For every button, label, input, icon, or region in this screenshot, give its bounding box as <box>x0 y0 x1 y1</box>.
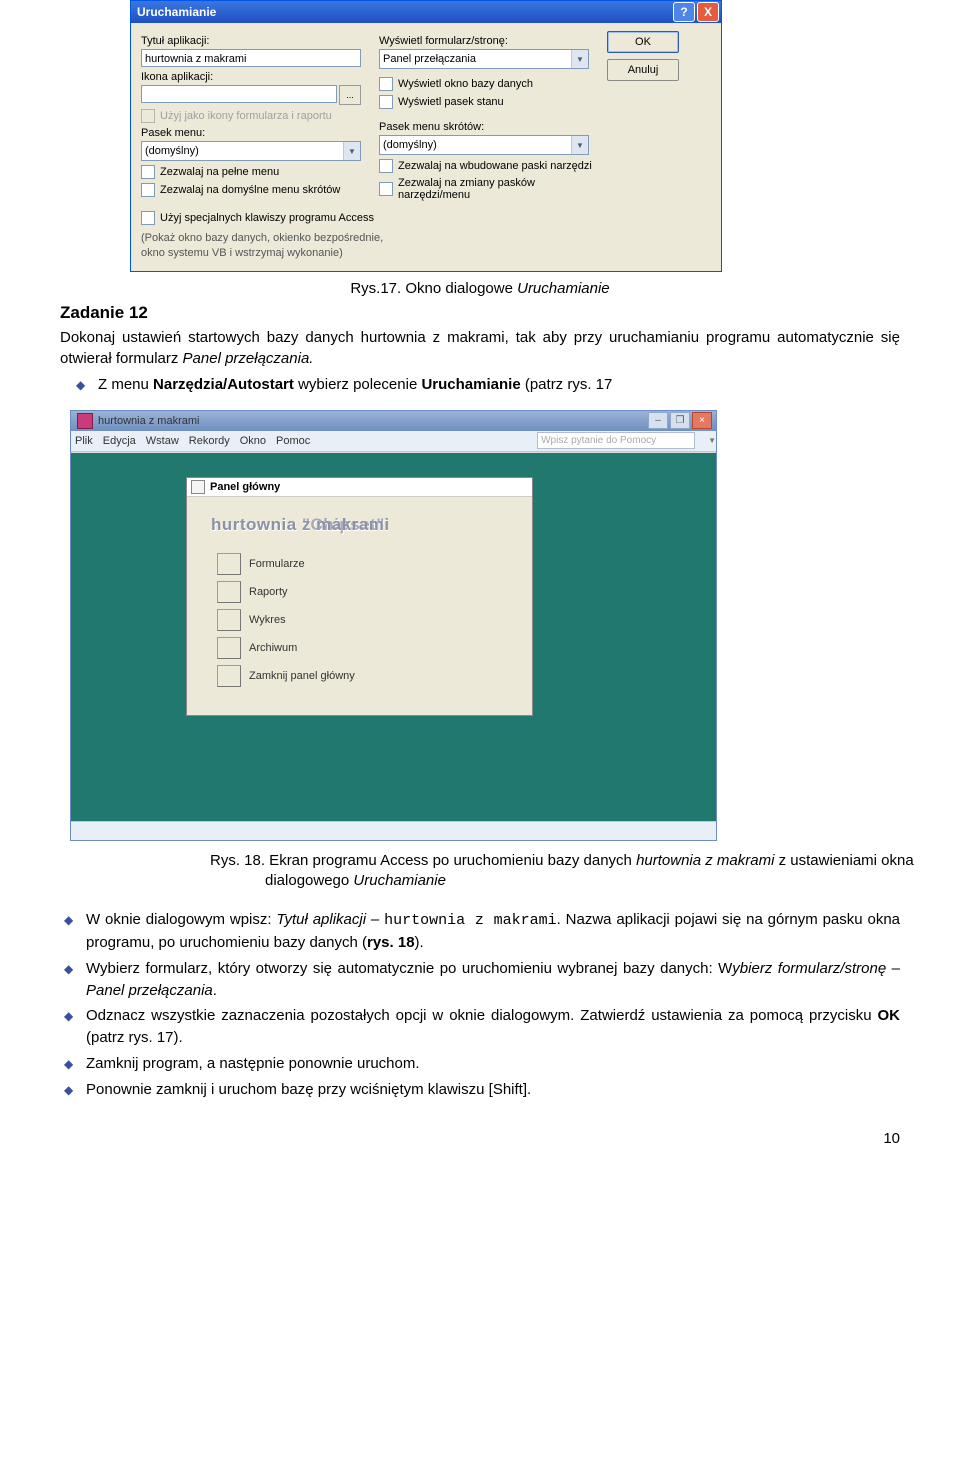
switchboard-panel: Panel główny hurtownia "Chipset" hurtown… <box>186 477 533 716</box>
mdi-area: Panel główny hurtownia "Chipset" hurtown… <box>71 452 716 821</box>
use-special-keys-checkbox[interactable]: Użyj specjalnych klawiszy programu Acces… <box>141 211 711 225</box>
menu-item[interactable]: Rekordy <box>189 435 230 447</box>
ok-button[interactable]: OK <box>607 31 679 53</box>
show-status-bar-checkbox[interactable]: Wyświetl pasek stanu <box>379 95 607 109</box>
display-form-combo[interactable]: Panel przełączania ▼ <box>379 49 589 69</box>
bullet-icon: ◆ <box>64 961 73 978</box>
allow-builtin-toolbars-checkbox[interactable]: Zezwalaj na wbudowane paski narzędzi <box>379 159 607 173</box>
chevron-down-icon: ▼ <box>708 436 716 445</box>
form-icon <box>191 480 205 494</box>
statusbar <box>71 821 716 840</box>
allow-toolbar-changes-checkbox[interactable]: Zezwalaj na zmiany pasków narzędzi/menu <box>379 177 607 201</box>
shortcut-menu-combo[interactable]: (domyślny) ▼ <box>379 135 589 155</box>
access-menubar: Plik Edycja Wstaw Rekordy Okno Pomoc Wpi… <box>71 431 716 452</box>
close-icon[interactable]: X <box>697 2 719 22</box>
access-window: hurtownia z makrami – ❐ × Plik Edycja Ws… <box>70 410 717 841</box>
cancel-button[interactable]: Anuluj <box>607 59 679 81</box>
bullet-icon: ◆ <box>64 912 73 929</box>
bullet-item-4: ◆ Odznacz wszystkie zaznaczenia pozostał… <box>60 1005 900 1049</box>
figure-18-caption: Rys. 18. Ekran programu Access po urucho… <box>210 851 945 892</box>
switchboard-button[interactable] <box>217 553 241 575</box>
browse-icon-button[interactable]: ... <box>339 85 361 105</box>
shortcut-menu-label: Pasek menu skrótów: <box>379 121 607 133</box>
menu-bar-label: Pasek menu: <box>141 127 379 139</box>
bullet-icon: ◆ <box>76 377 85 394</box>
page-number: 10 <box>60 1130 900 1147</box>
chevron-down-icon: ▼ <box>571 50 588 68</box>
bullet-icon: ◆ <box>64 1008 73 1025</box>
app-title-input[interactable]: hurtownia z makrami <box>141 49 361 67</box>
close-icon[interactable]: × <box>692 412 712 429</box>
allow-default-shortcut-checkbox[interactable]: Zezwalaj na domyślne menu skrótów <box>141 183 379 197</box>
switchboard-button[interactable] <box>217 637 241 659</box>
switchboard-item: Archiwum <box>203 637 516 659</box>
menu-item[interactable]: Edycja <box>103 435 136 447</box>
menu-item[interactable]: Plik <box>75 435 93 447</box>
switchboard-button[interactable] <box>217 665 241 687</box>
bullet-item-2: ◆ W oknie dialogowym wpisz: Tytuł aplika… <box>60 909 900 954</box>
bullet-icon: ◆ <box>64 1056 73 1073</box>
bullet-item-5: ◆ Zamknij program, a następnie ponownie … <box>60 1053 900 1075</box>
switchboard-button[interactable] <box>217 609 241 631</box>
bullet-item-6: ◆ Ponownie zamknij i uruchom bazę przy w… <box>60 1079 900 1101</box>
help-icon[interactable]: ? <box>673 2 695 22</box>
switchboard-item: Zamknij panel główny <box>203 665 516 687</box>
help-question-input[interactable]: Wpisz pytanie do Pomocy <box>537 432 695 449</box>
app-title-label: Tytuł aplikacji: <box>141 35 379 47</box>
dialog-titlebar: Uruchamianie ? X <box>131 1 721 23</box>
allow-full-menus-checkbox[interactable]: Zezwalaj na pełne menu <box>141 165 379 179</box>
uruchamianie-dialog: Uruchamianie ? X Tytuł aplikacji: hurtow… <box>130 0 722 272</box>
switchboard-item: Raporty <box>203 581 516 603</box>
instruction-bullet-1: ◆ Z menu Narzędzia/Autostart wybierz pol… <box>60 374 900 396</box>
menu-item[interactable]: Okno <box>240 435 266 447</box>
panel-heading: hurtownia "Chipset" hurtownia z makrami <box>211 515 516 535</box>
menu-bar-combo[interactable]: (domyślny) ▼ <box>141 141 361 161</box>
menu-item[interactable]: Pomoc <box>276 435 310 447</box>
switchboard-item: Formularze <box>203 553 516 575</box>
menu-item[interactable]: Wstaw <box>146 435 179 447</box>
use-as-icons-checkbox: Użyj jako ikony formularza i raportu <box>141 109 379 123</box>
app-icon-label: Ikona aplikacji: <box>141 71 379 83</box>
app-icon-input[interactable] <box>141 85 337 103</box>
task-description: Dokonaj ustawień startowych bazy danych … <box>60 327 900 371</box>
figure-17-caption: Rys.17. Okno dialogowe Uruchamianie <box>60 280 900 297</box>
dialog-title: Uruchamianie <box>137 5 671 19</box>
dialog-hint: (Pokaż okno bazy danych, okienko bezpośr… <box>141 231 711 261</box>
show-db-window-checkbox[interactable]: Wyświetl okno bazy danych <box>379 77 607 91</box>
panel-titlebar: Panel główny <box>187 478 532 497</box>
chevron-down-icon: ▼ <box>343 142 360 160</box>
chevron-down-icon: ▼ <box>571 136 588 154</box>
switchboard-item: Wykres <box>203 609 516 631</box>
access-titlebar: hurtownia z makrami – ❐ × <box>71 411 716 431</box>
display-form-label: Wyświetl formularz/stronę: <box>379 35 607 47</box>
bullet-item-3: ◆ Wybierz formularz, który otworzy się a… <box>60 958 900 1002</box>
minimize-icon[interactable]: – <box>648 412 668 429</box>
access-title: hurtownia z makrami <box>98 415 646 427</box>
task-heading: Zadanie 12 <box>60 303 900 323</box>
access-app-icon <box>77 413 93 429</box>
restore-icon[interactable]: ❐ <box>670 412 690 429</box>
switchboard-button[interactable] <box>217 581 241 603</box>
bullet-icon: ◆ <box>64 1082 73 1099</box>
